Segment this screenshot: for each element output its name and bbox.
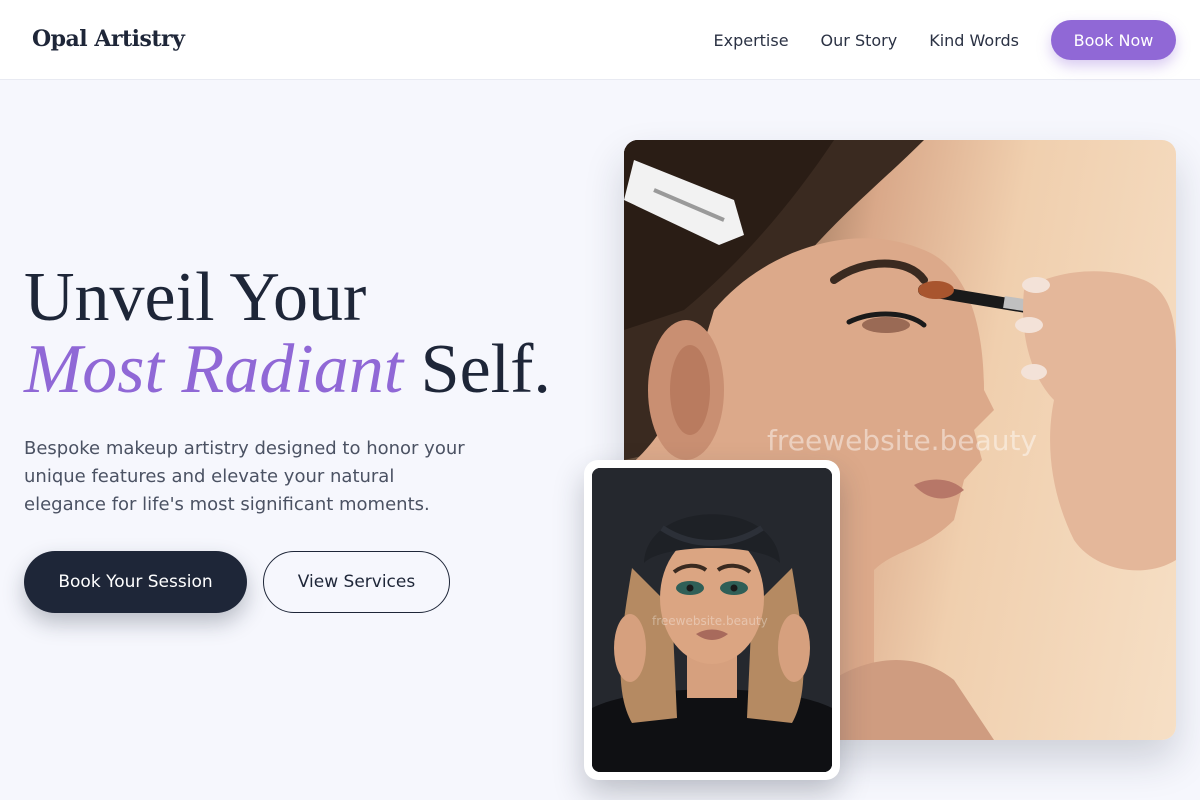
book-session-button[interactable]: Book Your Session (24, 551, 247, 613)
main-nav: Expertise Our Story Kind Words Book Now (713, 20, 1176, 60)
hero-title: Unveil Your Most Radiant Self. (24, 262, 551, 406)
inset-image-watermark: freewebsite.beauty (652, 614, 768, 628)
site-header: Opal Artistry Expertise Our Story Kind W… (0, 0, 1200, 80)
nav-link-our-story[interactable]: Our Story (821, 31, 898, 50)
view-services-button[interactable]: View Services (263, 551, 450, 613)
brand-logo[interactable]: Opal Artistry (32, 26, 185, 52)
hero-title-accent: Most Radiant (24, 331, 404, 408)
inset-portrait-image: freewebsite.beauty (592, 468, 832, 772)
hero-title-line1: Unveil Your (24, 259, 367, 336)
book-now-button[interactable]: Book Now (1051, 20, 1176, 60)
nav-link-expertise[interactable]: Expertise (713, 31, 788, 50)
inset-image-card: freewebsite.beauty (584, 460, 840, 780)
hero-subtitle: Bespoke makeup artistry designed to hono… (24, 438, 465, 515)
main-image-watermark: freewebsite.beauty (767, 424, 1038, 457)
hero-title-end: Self. (403, 331, 551, 408)
nav-link-kind-words[interactable]: Kind Words (929, 31, 1019, 50)
